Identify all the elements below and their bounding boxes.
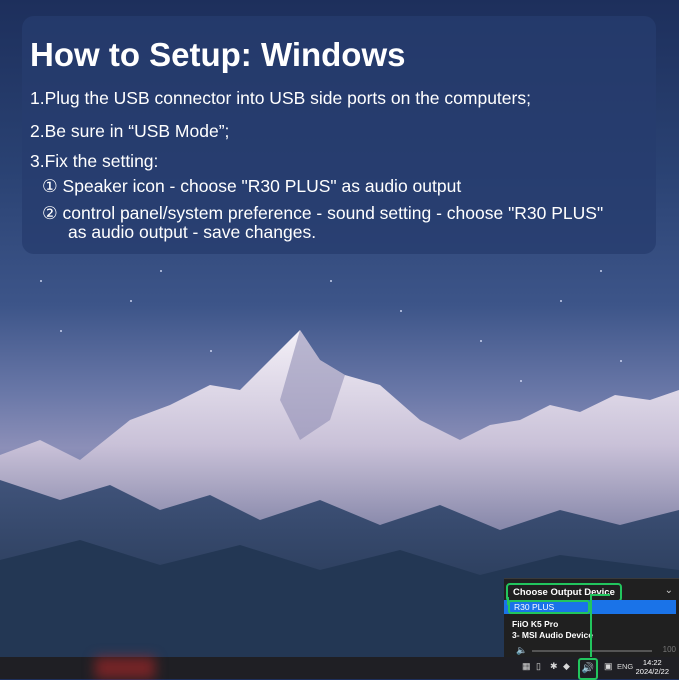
clock-time: 14:22 (642, 658, 662, 667)
step-3: 3.Fix the setting: (30, 151, 159, 171)
taskbar: ▦ ▯ ✱ ◆ 🔊 ▣ ENG 14:22 2024/2/22 (0, 657, 679, 680)
annotation-line (590, 594, 610, 596)
annotation-line (590, 594, 592, 658)
step-2: 2.Be sure in “USB Mode”; (30, 121, 230, 141)
taskbar-glow (95, 657, 155, 679)
network-icon[interactable]: ▣ (604, 661, 613, 672)
chevron-down-icon[interactable]: ⌄ (665, 585, 673, 596)
page-title: How to Setup: Windows (30, 36, 406, 73)
device-option-fiio[interactable]: FiiO K5 Pro (512, 619, 558, 629)
step-3-sub-2: ② control panel/system preference - soun… (42, 203, 604, 223)
speaker-icon: 🔈 (516, 645, 528, 655)
language-indicator[interactable]: ENG (617, 662, 633, 671)
step-3-sub-1: ① Speaker icon - choose "R30 PLUS" as au… (42, 176, 462, 196)
shield-icon[interactable]: ◆ (563, 661, 570, 672)
volume-value: 100 (662, 645, 676, 654)
bluetooth-icon[interactable]: ✱ (550, 661, 558, 672)
clock[interactable]: 14:22 2024/2/22 (636, 658, 669, 676)
windows-icon[interactable]: ▦ (522, 661, 531, 672)
device-label-r30-plus: R30 PLUS (508, 600, 590, 614)
volume-track[interactable] (532, 650, 652, 652)
instruction-panel: How to Setup: Windows 1.Plug the USB con… (22, 16, 656, 254)
step-3-sub-2-cont: as audio output - save changes. (68, 222, 317, 242)
clock-date: 2024/2/22 (635, 667, 669, 676)
usb-icon[interactable]: ▯ (536, 661, 541, 672)
speaker-tray-button[interactable]: 🔊 (578, 658, 598, 680)
device-option-msi[interactable]: 3- MSI Audio Device (512, 630, 593, 640)
volume-slider[interactable]: 🔈 100 (516, 645, 676, 657)
annotation-line (507, 597, 509, 605)
step-1: 1.Plug the USB connector into USB side p… (30, 88, 531, 108)
